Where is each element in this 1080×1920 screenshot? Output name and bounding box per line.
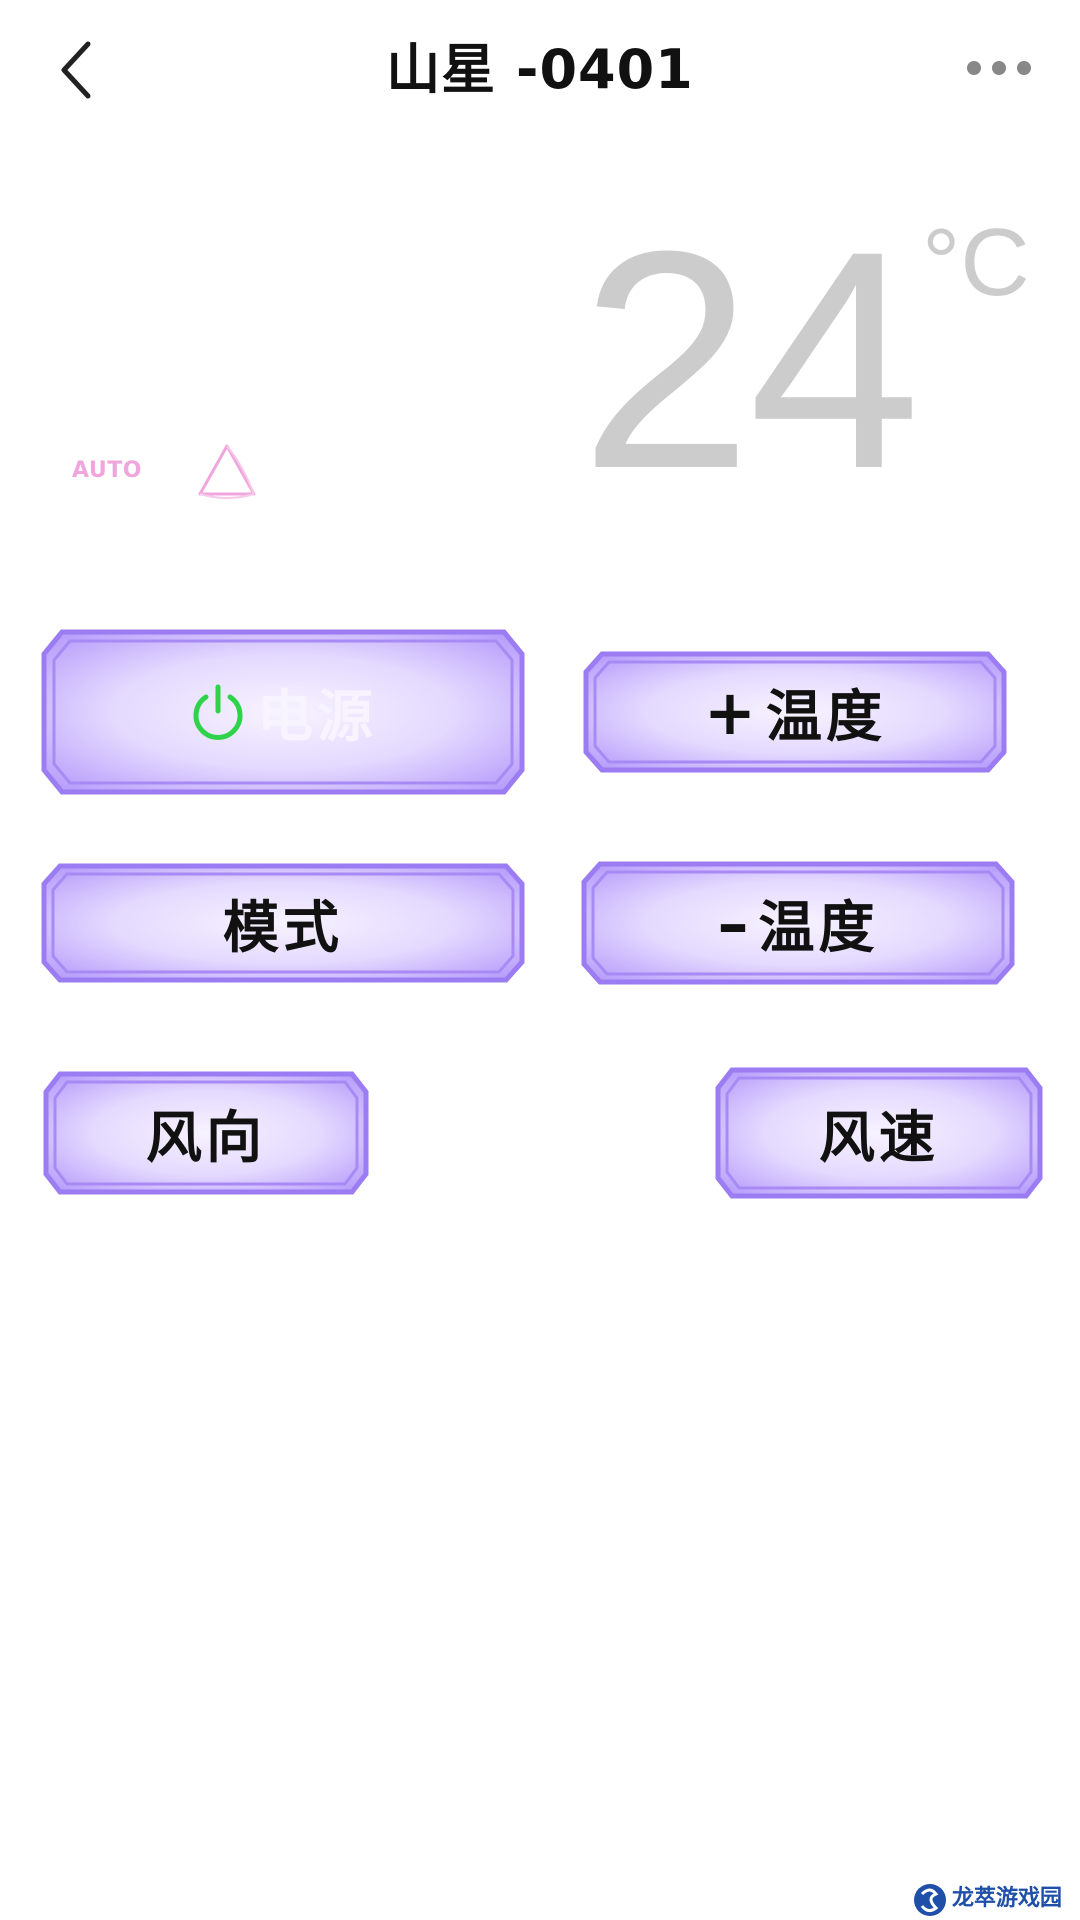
plus-symbol: + (704, 675, 760, 749)
temperature-unit: °C (922, 209, 1030, 316)
temp-down-button[interactable]: – 温度 (580, 860, 1016, 986)
watermark-logo-icon (914, 1884, 946, 1916)
power-button-content: 电源 (40, 628, 526, 796)
page-title: 山星 -0401 (386, 38, 694, 101)
watermark: 龙萃游戏园 (912, 1880, 1062, 1916)
fan-speed-button-content: 风速 (714, 1066, 1044, 1200)
minus-symbol: – (717, 886, 753, 960)
swing-direction-button-label: 风向 (146, 1105, 266, 1171)
watermark-text: 龙萃游戏园 (952, 1886, 1063, 1911)
mode-button-label: 模式 (223, 895, 343, 961)
mode-button[interactable]: 模式 (40, 862, 526, 984)
swing-direction-button-content: 风向 (42, 1070, 370, 1196)
mode-button-content: 模式 (40, 862, 526, 984)
more-horizontal-icon (967, 61, 1031, 75)
power-button[interactable]: 电源 (40, 628, 526, 796)
more-options-button[interactable] (954, 36, 1044, 100)
fan-speed-triangle-icon (198, 444, 256, 499)
fan-speed-button-label: 风速 (819, 1105, 939, 1171)
power-button-label: 电源 (257, 684, 377, 750)
temp-down-button-label: 温度 (758, 895, 879, 961)
temp-up-button[interactable]: + 温度 (582, 650, 1008, 774)
header-bar: 山星 -0401 (0, 0, 1080, 140)
mode-indicator: AUTO (72, 458, 142, 483)
power-icon (193, 684, 243, 740)
temp-up-button-label: 温度 (765, 684, 886, 750)
temp-down-button-content: – 温度 (580, 860, 1016, 986)
swing-direction-button[interactable]: 风向 (42, 1070, 370, 1196)
temp-up-button-content: + 温度 (582, 650, 1008, 774)
fan-speed-button[interactable]: 风速 (714, 1066, 1044, 1200)
temperature-value: 24 (580, 186, 921, 533)
